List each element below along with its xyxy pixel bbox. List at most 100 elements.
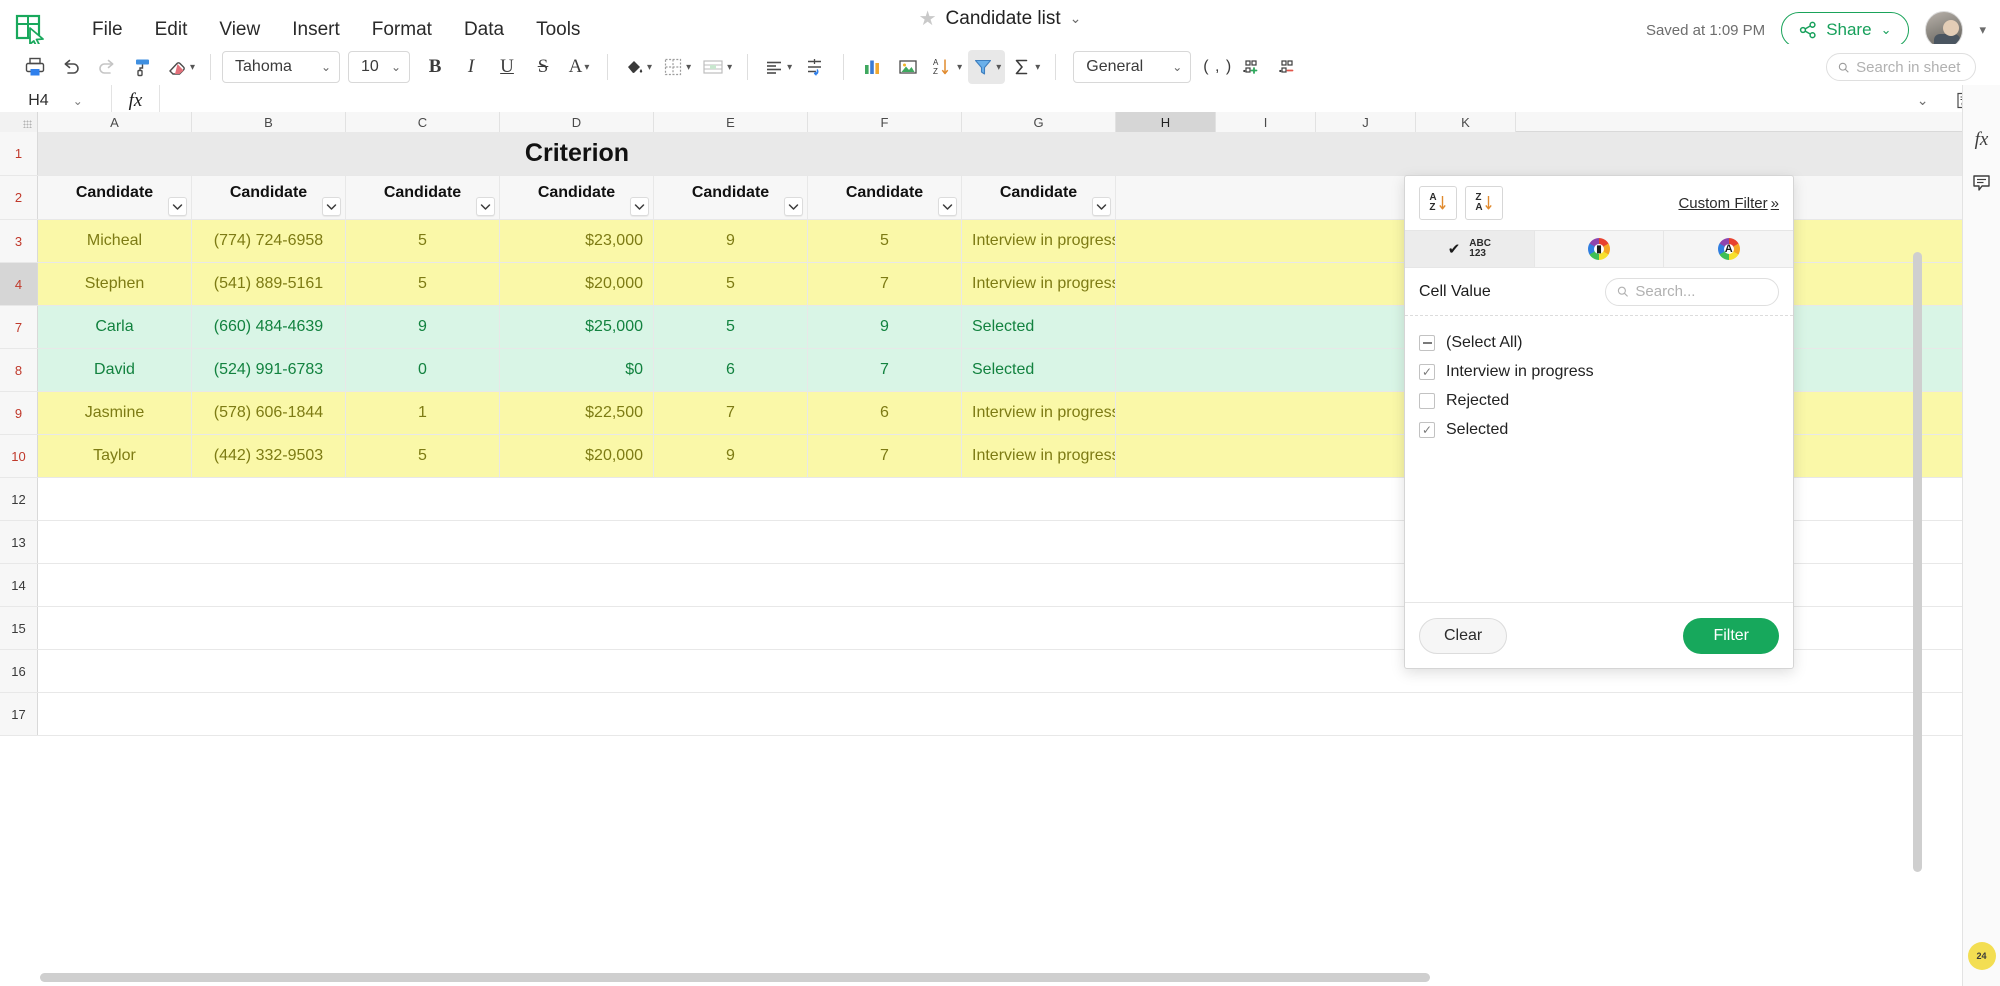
filter-item-rejected[interactable]: Rejected (1419, 386, 1779, 415)
filter-chevron-down-icon[interactable]: ▾ (996, 62, 1001, 73)
row-header-16[interactable]: 16 (0, 650, 38, 692)
header-cell-a[interactable]: Candidate (38, 176, 192, 219)
menu-edit[interactable]: Edit (139, 13, 204, 47)
cell-a4[interactable]: Stephen (38, 263, 192, 305)
cell-d4[interactable]: $20,000 (500, 263, 654, 305)
checkbox-unchecked[interactable] (1419, 393, 1435, 409)
font-family-select[interactable]: Tahoma ⌄ (222, 51, 340, 83)
sum-chevron-down-icon[interactable]: ▾ (1035, 62, 1040, 73)
paint-format-button[interactable] (126, 50, 160, 84)
row-header-7[interactable]: 7 (0, 306, 38, 348)
row-header-10[interactable]: 10 (0, 435, 38, 477)
cell-empty[interactable] (1116, 132, 1516, 175)
column-header-j[interactable]: J (1316, 112, 1416, 132)
text-color-button[interactable]: A ▾ (562, 50, 596, 84)
redo-button[interactable] (90, 50, 124, 84)
header-cell-g[interactable]: Candidate (962, 176, 1116, 219)
row-header-2[interactable]: 2 (0, 176, 38, 219)
cell-e4[interactable]: 5 (654, 263, 808, 305)
cell-e10[interactable]: 9 (654, 435, 808, 477)
cell-g4[interactable]: Interview in progress (962, 263, 1116, 305)
fill-color-button[interactable]: ▾ (619, 50, 656, 84)
cell-a10[interactable]: Taylor (38, 435, 192, 477)
column-header-k[interactable]: K (1416, 112, 1516, 132)
row-header-17[interactable]: 17 (0, 693, 38, 735)
sort-a-to-z-button[interactable]: A Z (1419, 186, 1457, 220)
cell-g8[interactable]: Selected (962, 349, 1116, 391)
filter-dropdown-icon-d[interactable] (630, 197, 649, 216)
sum-button[interactable]: ▾ (1007, 50, 1044, 84)
borders-button[interactable]: ▾ (658, 50, 695, 84)
account-chevron-down-icon[interactable]: ▾ (1979, 22, 1986, 38)
comments-panel-button[interactable] (1965, 163, 1999, 201)
filter-apply-button[interactable]: Filter (1683, 618, 1779, 654)
cell-d7[interactable]: $25,000 (500, 306, 654, 348)
row-header-9[interactable]: 9 (0, 392, 38, 434)
tab-filter-by-fill-color[interactable]: ▮ (1535, 231, 1665, 267)
row-header-12[interactable]: 12 (0, 478, 38, 520)
cell-c7[interactable]: 9 (346, 306, 500, 348)
filter-item-select-all[interactable]: (Select All) (1419, 328, 1779, 357)
page-title[interactable]: Candidate list (946, 8, 1061, 30)
tab-filter-by-text-color[interactable]: A (1664, 231, 1793, 267)
checkbox-checked[interactable]: ✓ (1419, 422, 1435, 438)
comma-style-button[interactable]: ( , ) (1199, 50, 1236, 84)
cell-c9[interactable]: 1 (346, 392, 500, 434)
cell-a8[interactable]: David (38, 349, 192, 391)
cell-g7[interactable]: Selected (962, 306, 1116, 348)
filter-dropdown-icon-e[interactable] (784, 197, 803, 216)
menu-tools[interactable]: Tools (520, 13, 596, 47)
align-chevron-down-icon[interactable]: ▾ (787, 62, 792, 73)
column-header-f[interactable]: F (808, 112, 962, 132)
menu-view[interactable]: View (203, 13, 276, 47)
text-color-chevron-down-icon[interactable]: ▾ (584, 62, 589, 73)
menu-data[interactable]: Data (448, 13, 520, 47)
sort-z-to-a-button[interactable]: Z A (1465, 186, 1503, 220)
font-size-select[interactable]: 10 ⌄ (348, 51, 410, 83)
cell-g9[interactable]: Interview in progress (962, 392, 1116, 434)
filter-dropdown-icon-f[interactable] (938, 197, 957, 216)
cell-c10[interactable]: 5 (346, 435, 500, 477)
menu-format[interactable]: Format (356, 13, 448, 47)
functions-panel-button[interactable]: fx (1965, 121, 1999, 159)
row-header-14[interactable]: 14 (0, 564, 38, 606)
header-cell-b[interactable]: Candidate (192, 176, 346, 219)
row-header-3[interactable]: 3 (0, 220, 38, 262)
cell-f9[interactable]: 6 (808, 392, 962, 434)
cell-f3[interactable]: 5 (808, 220, 962, 262)
cell-c3[interactable]: 5 (346, 220, 500, 262)
cell-b10[interactable]: (442) 332-9503 (192, 435, 346, 477)
strikethrough-button[interactable]: S (526, 50, 560, 84)
search-input[interactable] (1856, 59, 1964, 76)
cell-d3[interactable]: $23,000 (500, 220, 654, 262)
title-chevron-down-icon[interactable]: ⌄ (1070, 10, 1082, 27)
italic-button[interactable]: I (454, 50, 488, 84)
clear-format-button[interactable]: ▾ (162, 50, 199, 84)
cell-a9[interactable]: Jasmine (38, 392, 192, 434)
sort-chevron-down-icon[interactable]: ▾ (957, 62, 962, 73)
filter-button[interactable]: ▾ (968, 50, 1005, 84)
increase-decimal-button[interactable] (1238, 50, 1272, 84)
sheet-search-box[interactable] (1826, 53, 1976, 81)
cell-f8[interactable]: 7 (808, 349, 962, 391)
column-header-g[interactable]: G (962, 112, 1116, 132)
filter-item-interview-in-progress[interactable]: ✓ Interview in progress (1419, 357, 1779, 386)
share-button[interactable]: Share ⌄ (1781, 12, 1909, 48)
cell-b9[interactable]: (578) 606-1844 (192, 392, 346, 434)
insert-chart-button[interactable] (855, 50, 889, 84)
custom-filter-link[interactable]: Custom Filter » (1678, 195, 1779, 212)
filter-search-box[interactable] (1605, 278, 1779, 306)
menu-insert[interactable]: Insert (276, 13, 356, 47)
bold-button[interactable]: B (418, 50, 452, 84)
horizontal-scrollbar[interactable] (40, 973, 1430, 982)
filter-search-input[interactable] (1635, 283, 1767, 300)
number-format-select[interactable]: General ⌄ (1073, 51, 1191, 83)
merge-chevron-down-icon[interactable]: ▾ (727, 62, 732, 73)
cell-b4[interactable]: (541) 889-5161 (192, 263, 346, 305)
filter-dropdown-icon-c[interactable] (476, 197, 495, 216)
clear-format-chevron-down-icon[interactable]: ▾ (190, 62, 195, 73)
cell-b7[interactable]: (660) 484-4639 (192, 306, 346, 348)
title-cell[interactable]: Criterion (38, 132, 1116, 175)
header-cell-d[interactable]: Candidate (500, 176, 654, 219)
cell-c4[interactable]: 5 (346, 263, 500, 305)
